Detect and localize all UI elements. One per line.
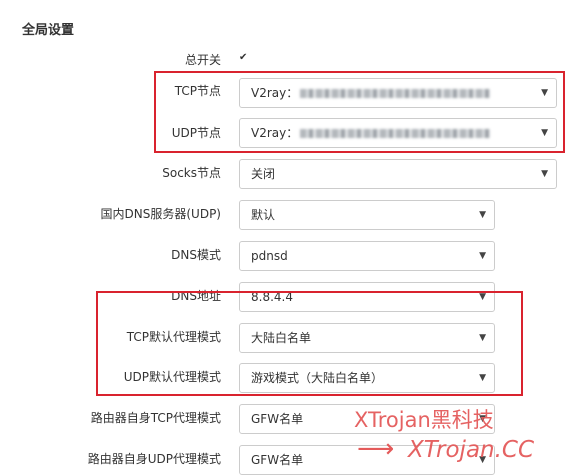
socks-node-select[interactable]: 关闭 ▼ xyxy=(239,159,557,189)
highlight-box-nodes xyxy=(154,71,565,153)
router-udp-mode-label: 路由器自身UDP代理模式 xyxy=(87,452,221,466)
check-icon: ✔ xyxy=(239,52,248,63)
router-tcp-mode-label: 路由器自身TCP代理模式 xyxy=(90,411,221,425)
main-switch-checkbox[interactable]: ✔ xyxy=(239,53,249,63)
highlight-box-proxy-modes xyxy=(96,291,523,396)
dns-server-label: 国内DNS服务器(UDP) xyxy=(100,207,221,221)
watermark-text: XTrojan黑科技 xyxy=(354,408,494,432)
router-udp-mode-value: GFW名单 xyxy=(251,453,304,467)
watermark-url: XTrojan.CC xyxy=(408,437,535,463)
dns-mode-label: DNS模式 xyxy=(171,248,221,262)
chevron-down-icon: ▼ xyxy=(541,169,548,179)
socks-node-label: Socks节点 xyxy=(162,166,221,180)
router-tcp-mode-value: GFW名单 xyxy=(251,412,304,426)
dns-server-select[interactable]: 默认 ▼ xyxy=(239,200,495,230)
dns-server-value: 默认 xyxy=(251,208,276,222)
arrow-right-icon: ⟶ xyxy=(357,434,395,464)
dns-mode-select[interactable]: pdnsd ▼ xyxy=(239,241,495,271)
chevron-down-icon: ▼ xyxy=(479,210,486,220)
main-switch-label: 总开关 xyxy=(184,53,221,67)
dns-mode-value: pdnsd xyxy=(251,249,288,263)
section-title: 全局设置 xyxy=(22,23,75,38)
socks-node-value: 关闭 xyxy=(251,167,276,181)
chevron-down-icon: ▼ xyxy=(479,251,486,261)
